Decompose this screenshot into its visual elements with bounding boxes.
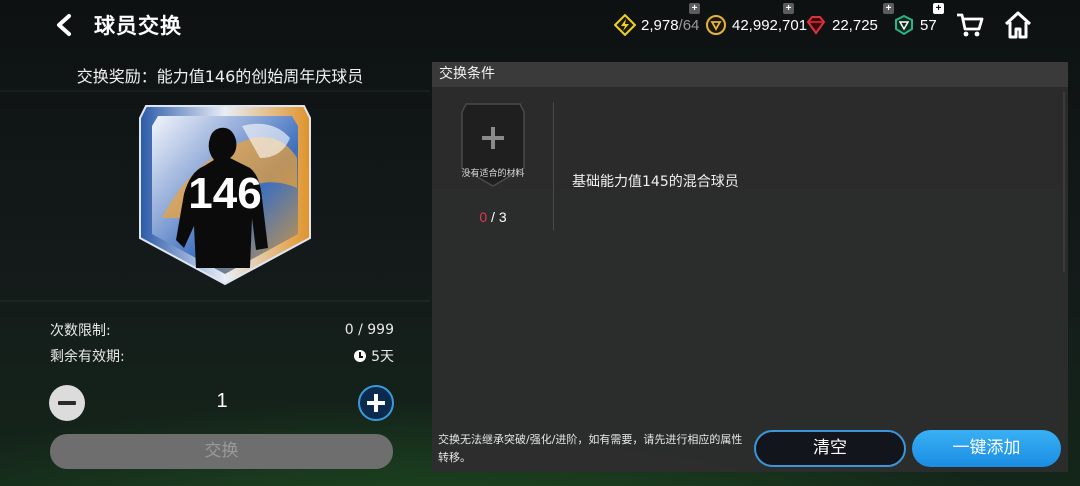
slot-count: 0 / 3 bbox=[460, 209, 526, 225]
coin-icon bbox=[706, 15, 726, 35]
ticket-icon bbox=[895, 14, 913, 36]
plus-icon[interactable] bbox=[358, 385, 394, 421]
back-arrow-icon[interactable] bbox=[52, 12, 76, 38]
bg-line bbox=[0, 300, 430, 302]
cart-icon[interactable] bbox=[955, 10, 985, 40]
ticket-resource[interactable]: 57 + bbox=[893, 3, 944, 38]
limit-label: 次数限制: bbox=[50, 323, 111, 339]
coin-add-icon[interactable]: + bbox=[783, 3, 794, 14]
limit-row: 次数限制: 0 / 999 bbox=[50, 320, 394, 340]
player-card[interactable]: 146 bbox=[132, 98, 318, 286]
panel-title: 交换条件 bbox=[432, 62, 1068, 87]
home-icon[interactable] bbox=[1003, 10, 1033, 40]
bg-line bbox=[0, 90, 430, 92]
minus-icon[interactable] bbox=[49, 385, 85, 421]
slot-count-current: 0 bbox=[479, 209, 488, 225]
slot-divider bbox=[553, 102, 554, 230]
coin-resource[interactable]: 42,992,701 + bbox=[705, 3, 808, 38]
clock-icon bbox=[354, 350, 367, 362]
energy-resource[interactable]: 2,978/64 + bbox=[614, 3, 700, 38]
card-rating: 146 bbox=[188, 169, 261, 218]
slot-count-total: / 3 bbox=[487, 209, 507, 225]
energy-max: /64 bbox=[678, 16, 700, 34]
ticket-amount: 57 bbox=[920, 16, 937, 34]
clear-button[interactable]: 清空 bbox=[754, 430, 906, 467]
gem-amount: 22,725 bbox=[832, 16, 878, 34]
top-bar: 球员交换 2,978/64 + 42,992,701 + 22,725 + 57… bbox=[0, 0, 1080, 52]
gem-icon bbox=[806, 16, 826, 35]
auto-add-button[interactable]: 一键添加 bbox=[912, 430, 1061, 467]
validity-value: 5天 bbox=[371, 349, 394, 365]
quantity-value: 1 bbox=[216, 390, 228, 412]
reward-title: 交换奖励：能力值146的创始周年庆球员 bbox=[76, 67, 364, 86]
energy-add-icon[interactable]: + bbox=[689, 3, 700, 14]
energy-icon bbox=[614, 14, 636, 36]
exchange-conditions-panel: 交换条件 没有适合的材料 0 / 3 基础能力值145的混合球员 交换无法继承突… bbox=[432, 62, 1068, 472]
player-card-art: 146 bbox=[139, 105, 311, 286]
validity-value-wrap: 5天 bbox=[354, 346, 394, 366]
validity-label: 剩余有效期: bbox=[50, 349, 125, 365]
limit-value: 0 / 999 bbox=[344, 322, 394, 338]
slot-empty-text: 没有适合的材料 bbox=[461, 169, 525, 179]
exchange-button[interactable]: 交换 bbox=[50, 434, 393, 469]
coin-amount: 42,992,701 bbox=[732, 16, 808, 34]
ticket-add-icon[interactable]: + bbox=[933, 3, 944, 14]
page-title: 球员交换 bbox=[94, 14, 182, 38]
material-slot[interactable]: 没有适合的材料 bbox=[460, 102, 526, 188]
gem-resource[interactable]: 22,725 + bbox=[805, 3, 894, 38]
exchange-note: 交换无法继承突破/强化/进阶，如有需要，请先进行相应的属性转移。 bbox=[438, 433, 743, 464]
scrollbar[interactable] bbox=[1063, 92, 1065, 272]
requirement-text: 基础能力值145的混合球员 bbox=[572, 174, 739, 190]
energy-current: 2,978 bbox=[641, 16, 679, 34]
validity-row: 剩余有效期: 5天 bbox=[50, 346, 394, 366]
